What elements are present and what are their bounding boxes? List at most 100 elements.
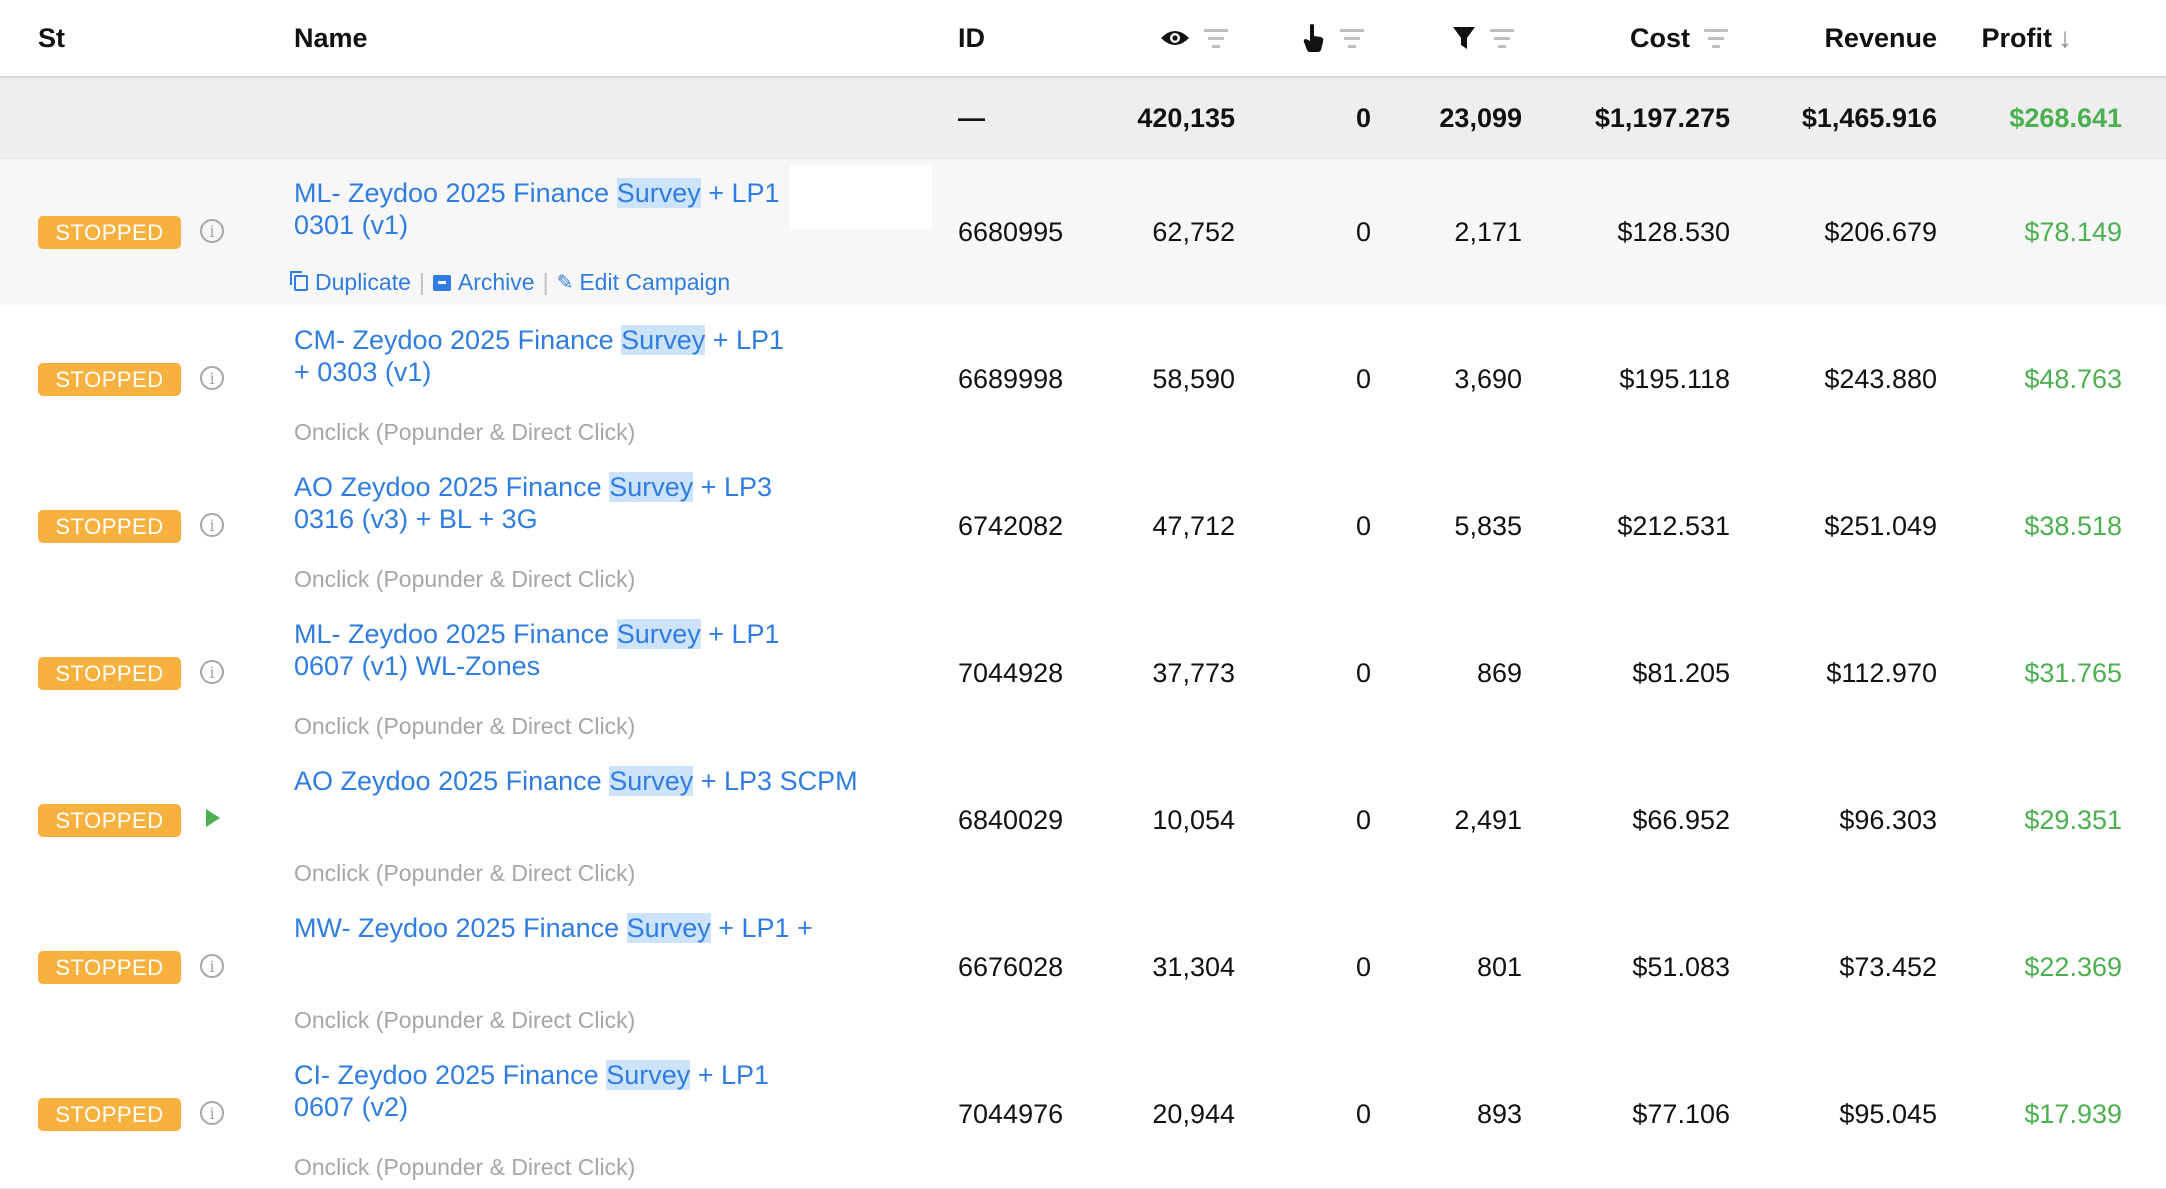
campaign-name-block: CM- Zeydoo 2025 Finance Survey + LP1 + 03… xyxy=(294,324,864,388)
campaign-name-text: AO Zeydoo 2025 Finance xyxy=(294,766,610,796)
status-badge[interactable]: STOPPED xyxy=(38,1098,181,1131)
status-badge[interactable]: STOPPED xyxy=(38,510,181,543)
search-highlight: Survey xyxy=(609,766,694,796)
campaign-profit: $31.765 xyxy=(2024,658,2122,688)
sort-icon[interactable] xyxy=(1490,28,1514,48)
campaign-name-text: 0301 (v1) xyxy=(294,210,409,240)
archive-icon xyxy=(432,274,451,291)
separator: | xyxy=(542,269,549,295)
edit-label: Edit Campaign xyxy=(579,269,731,295)
sort-icon[interactable] xyxy=(1704,28,1728,48)
column-header-views[interactable] xyxy=(1160,0,1228,76)
campaign-name-block: AO Zeydoo 2025 Finance Survey + LP3 0316 … xyxy=(294,471,864,535)
campaign-name-text: ML- Zeydoo 2025 Finance xyxy=(294,619,617,649)
pencil-icon: ✎ xyxy=(556,272,574,294)
campaign-name-link[interactable]: 0316 (v3) + BL + 3G xyxy=(294,503,864,535)
campaign-id: 7044976 xyxy=(958,1099,1064,1129)
search-highlight: Survey xyxy=(626,913,711,943)
campaign-revenue: $95.045 xyxy=(1839,1099,1937,1129)
table-row[interactable]: STOPPED i ML- Zeydoo 2025 Finance Survey… xyxy=(0,159,2166,307)
campaign-id: 6742082 xyxy=(958,511,1064,541)
campaign-name-text: + LP1 + xyxy=(710,913,813,943)
campaign-name-link[interactable]: 0301 (v1) xyxy=(294,209,864,241)
eye-icon xyxy=(1161,31,1189,45)
campaigns-table: St Name ID Cost Revenue Profit ↓ — 420,1… xyxy=(0,0,2166,1189)
campaign-clicks: 0 xyxy=(1355,217,1371,247)
campaign-profit: $78.149 xyxy=(2024,217,2122,247)
status-badge[interactable]: STOPPED xyxy=(38,657,181,690)
info-icon[interactable]: i xyxy=(200,513,224,537)
campaign-subtitle: Onclick (Popunder & Direct Click) xyxy=(294,1007,636,1033)
status-badge[interactable]: STOPPED xyxy=(38,804,181,837)
total-id: — xyxy=(958,102,985,133)
campaign-name-link[interactable]: CI- Zeydoo 2025 Finance Survey + LP1 xyxy=(294,1059,864,1091)
campaign-revenue: $96.303 xyxy=(1839,805,1937,835)
pointer-icon xyxy=(1303,24,1324,52)
campaign-subtitle: Onclick (Popunder & Direct Click) xyxy=(294,713,636,739)
campaign-name-link[interactable]: ML- Zeydoo 2025 Finance Survey + LP1 xyxy=(294,618,864,650)
campaign-revenue: $251.049 xyxy=(1824,511,1937,541)
info-icon[interactable]: i xyxy=(200,219,224,243)
campaign-name-link[interactable]: 0607 (v1) WL-Zones xyxy=(294,650,864,682)
campaign-clicks: 0 xyxy=(1355,364,1371,394)
table-header: St Name ID Cost Revenue Profit ↓ xyxy=(0,0,2166,78)
campaign-id: 6840029 xyxy=(958,805,1064,835)
campaign-name-link[interactable]: 0607 (v2) xyxy=(294,1091,864,1123)
column-header-cost[interactable]: Cost xyxy=(1560,0,1728,76)
table-row[interactable]: STOPPED i AO Zeydoo 2025 Finance Survey … xyxy=(0,453,2166,601)
campaign-name-link[interactable]: MW- Zeydoo 2025 Finance Survey + LP1 + xyxy=(294,912,864,944)
campaign-name-text: + LP1 xyxy=(690,1060,770,1090)
campaign-name-text: CM- Zeydoo 2025 Finance xyxy=(294,325,622,355)
status-badge[interactable]: STOPPED xyxy=(38,951,181,984)
info-icon[interactable]: i xyxy=(200,366,224,390)
column-header-clicks[interactable] xyxy=(1302,0,1364,76)
campaign-name-block: CI- Zeydoo 2025 Finance Survey + LP1 0607… xyxy=(294,1059,864,1123)
campaign-name-text: + LP3 SCPM xyxy=(693,766,858,796)
play-icon[interactable] xyxy=(206,809,220,827)
status-badge[interactable]: STOPPED xyxy=(38,216,181,249)
column-header-conversions[interactable] xyxy=(1452,0,1514,76)
campaign-name-link[interactable]: AO Zeydoo 2025 Finance Survey + LP3 SCPM xyxy=(294,765,864,797)
status-badge[interactable]: STOPPED xyxy=(38,363,181,396)
info-icon[interactable]: i xyxy=(200,660,224,684)
campaign-views: 10,054 xyxy=(1152,805,1235,835)
table-row[interactable]: STOPPED i MW- Zeydoo 2025 Finance Survey… xyxy=(0,894,2166,1042)
campaign-views: 20,944 xyxy=(1152,1099,1235,1129)
duplicate-button[interactable]: Duplicate xyxy=(290,269,411,296)
campaign-name-text: + 0303 (v1) xyxy=(294,357,432,387)
info-icon[interactable]: i xyxy=(200,954,224,978)
column-header-profit[interactable]: Profit ↓ xyxy=(1960,0,2073,76)
sort-icon[interactable] xyxy=(1204,28,1228,48)
campaign-conversions: 893 xyxy=(1476,1099,1522,1129)
table-row[interactable]: STOPPED AO Zeydoo 2025 Finance Survey + … xyxy=(0,747,2166,895)
campaign-name-link[interactable]: ML- Zeydoo 2025 Finance Survey + LP1 xyxy=(294,177,864,209)
column-header-id[interactable]: ID xyxy=(958,0,985,76)
campaign-name-link[interactable]: CM- Zeydoo 2025 Finance Survey + LP1 xyxy=(294,324,864,356)
campaign-name-link[interactable]: + 0303 (v1) xyxy=(294,356,864,388)
duplicate-label: Duplicate xyxy=(315,269,411,295)
campaign-cost: $77.106 xyxy=(1632,1099,1730,1129)
total-clicks: 0 xyxy=(1355,102,1371,133)
info-icon[interactable]: i xyxy=(200,1101,224,1125)
column-header-status[interactable]: St xyxy=(38,0,65,76)
campaign-name-link[interactable]: AO Zeydoo 2025 Finance Survey + LP3 xyxy=(294,471,864,503)
campaign-clicks: 0 xyxy=(1355,511,1371,541)
sort-down-icon[interactable]: ↓ xyxy=(2058,22,2072,54)
campaign-clicks: 0 xyxy=(1355,658,1371,688)
table-row[interactable]: STOPPED i ML- Zeydoo 2025 Finance Survey… xyxy=(0,600,2166,748)
search-highlight: Survey xyxy=(621,325,706,355)
archive-label: Archive xyxy=(457,269,535,295)
column-header-name[interactable]: Name xyxy=(294,0,368,76)
search-highlight: Survey xyxy=(616,619,701,649)
campaign-views: 58,590 xyxy=(1152,364,1235,394)
separator: | xyxy=(418,269,425,295)
sort-icon[interactable] xyxy=(1340,28,1364,48)
table-row[interactable]: STOPPED i CI- Zeydoo 2025 Finance Survey… xyxy=(0,1041,2166,1189)
edit-campaign-button[interactable]: ✎ Edit Campaign xyxy=(557,269,731,296)
campaign-cost: $66.952 xyxy=(1632,805,1730,835)
column-header-revenue[interactable]: Revenue xyxy=(1760,0,1937,76)
campaign-name-text: CI- Zeydoo 2025 Finance xyxy=(294,1060,607,1090)
campaign-name-text: + LP3 xyxy=(693,472,773,502)
archive-button[interactable]: Archive xyxy=(432,269,535,296)
table-row[interactable]: STOPPED i CM- Zeydoo 2025 Finance Survey… xyxy=(0,306,2166,454)
